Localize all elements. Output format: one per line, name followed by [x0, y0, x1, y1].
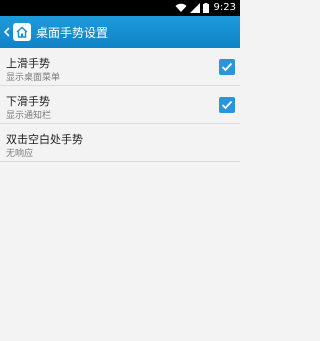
setting-swipe-up[interactable]: 上滑手势 显示桌面菜单	[0, 48, 240, 86]
check-icon	[221, 100, 233, 110]
setting-summary: 显示通知栏	[6, 111, 52, 121]
status-time: 9:23	[213, 2, 236, 13]
setting-title: 双击空白处手势	[6, 133, 83, 146]
setting-summary: 显示桌面菜单	[6, 73, 61, 83]
status-bar: 9:23	[0, 0, 240, 16]
setting-double-tap[interactable]: 双击空白处手势 无响应	[0, 124, 240, 162]
screen: 9:23 桌面手势设置 上滑手势 显示桌面菜单 下滑手势 显示通知栏 双击空白处…	[0, 0, 240, 341]
setting-title: 上滑手势	[6, 57, 50, 70]
chevron-left-icon[interactable]	[2, 16, 12, 48]
action-bar: 桌面手势设置	[0, 16, 240, 48]
swipe-up-checkbox[interactable]	[219, 59, 235, 75]
status-icons: 9:23	[175, 0, 236, 16]
home-icon[interactable]	[13, 23, 31, 41]
swipe-down-checkbox[interactable]	[219, 97, 235, 113]
settings-list: 上滑手势 显示桌面菜单 下滑手势 显示通知栏 双击空白处手势 无响应	[0, 48, 240, 162]
setting-title: 下滑手势	[6, 95, 50, 108]
page-title: 桌面手势设置	[36, 25, 109, 40]
wifi-icon	[175, 3, 187, 12]
setting-summary: 无响应	[6, 149, 34, 159]
battery-icon	[202, 3, 209, 13]
setting-swipe-down[interactable]: 下滑手势 显示通知栏	[0, 86, 240, 124]
check-icon	[221, 62, 233, 72]
signal-icon	[189, 3, 200, 13]
